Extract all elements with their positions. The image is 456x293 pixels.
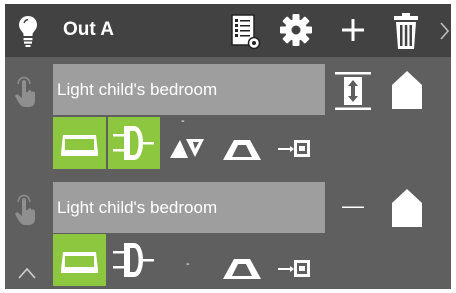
app-frame: Out A Light child's bedroom - Light chil… (5, 4, 451, 289)
output-channel-button[interactable] (277, 138, 313, 160)
up-down-mode-icon[interactable] (335, 72, 371, 110)
gear-icon[interactable] (279, 13, 313, 47)
trash-icon[interactable] (393, 12, 419, 50)
report-icon[interactable] (231, 14, 261, 50)
chevron-right-icon[interactable] (439, 22, 449, 40)
threshold-dash-label: - (186, 258, 190, 270)
house-icon[interactable] (391, 188, 423, 228)
and-gate-button[interactable] (108, 234, 160, 286)
and-gate-button[interactable] (108, 117, 160, 169)
output-channel-button[interactable] (277, 258, 313, 280)
ramp-profile-button[interactable] (222, 136, 262, 162)
toggle-triangles-button[interactable] (168, 136, 206, 160)
ramp-profile-button[interactable] (222, 255, 262, 281)
plus-icon[interactable] (341, 18, 365, 42)
threshold-dash-label: - (181, 115, 185, 127)
house-icon[interactable] (391, 70, 423, 110)
touch-hand-icon[interactable] (13, 194, 39, 226)
bulb-icon[interactable] (17, 14, 39, 48)
chevron-up-icon[interactable] (18, 267, 36, 279)
page-title: Out A (63, 19, 115, 40)
output-mode-button[interactable] (53, 117, 106, 169)
mode-dash-label[interactable]: — (342, 194, 364, 218)
output-name-field[interactable]: Light child's bedroom (53, 182, 325, 233)
top-bar: Out A (5, 4, 451, 57)
output-mode-button[interactable] (53, 234, 106, 286)
touch-hand-icon[interactable] (13, 76, 39, 108)
output-name-field[interactable]: Light child's bedroom (53, 64, 325, 115)
